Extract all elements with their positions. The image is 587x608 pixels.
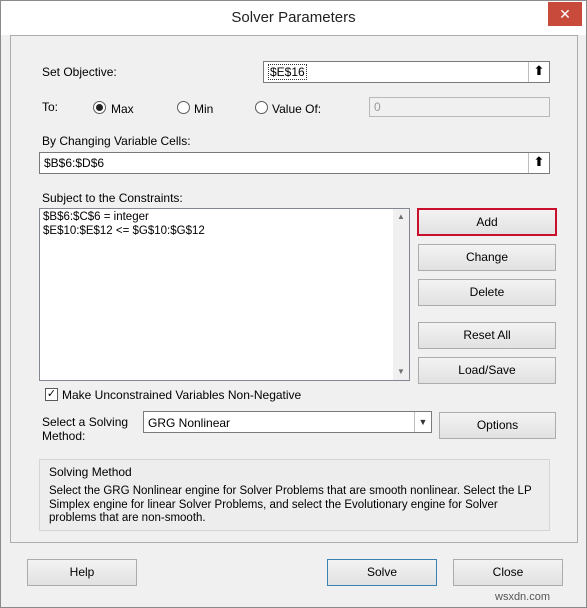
set-objective-label: Set Objective:	[42, 65, 117, 79]
changing-cells-value: $B$6:$D$6	[44, 156, 105, 170]
changing-cells-input[interactable]: $B$6:$D$6 ⬆	[39, 152, 550, 174]
solving-method-info: Solving Method Select the GRG Nonlinear …	[39, 459, 550, 531]
to-label: To:	[42, 100, 59, 114]
value-of-radio[interactable]	[255, 101, 268, 114]
reset-all-button[interactable]: Reset All	[418, 322, 556, 349]
collapse-ref-icon[interactable]: ⬆	[528, 62, 549, 82]
add-button[interactable]: Add	[417, 208, 557, 236]
set-objective-input[interactable]: $E$16 ⬆	[263, 61, 550, 83]
close-button[interactable]: Close	[453, 559, 563, 586]
solver-dialog: Solver Parameters ✕ Set Objective: $E$16…	[0, 0, 587, 608]
set-objective-value: $E$16	[268, 64, 307, 80]
watermark: wsxdn.com	[495, 591, 551, 603]
options-button[interactable]: Options	[439, 412, 556, 439]
min-radio[interactable]	[177, 101, 190, 114]
max-radio-label[interactable]: Max	[111, 102, 134, 116]
changing-cells-label: By Changing Variable Cells:	[42, 134, 191, 148]
constraints-list[interactable]: $B$6:$C$6 = integer $E$10:$E$12 <= $G$10…	[39, 208, 410, 381]
list-item[interactable]: $E$10:$E$12 <= $G$10:$G$12	[43, 225, 205, 237]
solving-method-select[interactable]: GRG Nonlinear ▼	[143, 411, 432, 433]
help-button[interactable]: Help	[27, 559, 137, 586]
constraints-label: Subject to the Constraints:	[42, 191, 183, 205]
load-save-button[interactable]: Load/Save	[418, 357, 556, 384]
solving-method-description: Select the GRG Nonlinear engine for Solv…	[49, 485, 532, 524]
max-radio[interactable]	[93, 101, 106, 114]
nonneg-label[interactable]: Make Unconstrained Variables Non-Negativ…	[62, 388, 301, 402]
solving-method-label-line2: Method:	[42, 429, 86, 443]
solving-method-heading: Solving Method	[49, 465, 132, 479]
solving-method-label-line1: Select a Solving	[42, 415, 129, 429]
chevron-down-icon[interactable]: ▼	[414, 412, 431, 432]
title-bar: Solver Parameters ✕	[1, 1, 586, 35]
change-button[interactable]: Change	[418, 244, 556, 271]
list-item[interactable]: $B$6:$C$6 = integer	[43, 211, 149, 223]
nonneg-checkbox[interactable]: ✓	[45, 388, 58, 401]
solving-method-value: GRG Nonlinear	[148, 416, 231, 430]
value-of-input[interactable]: 0	[369, 97, 550, 117]
close-window-button[interactable]: ✕	[548, 2, 582, 26]
scroll-down-icon[interactable]: ▼	[393, 364, 409, 380]
dialog-title: Solver Parameters	[231, 9, 356, 26]
constraints-scrollbar[interactable]: ▲ ▼	[393, 209, 409, 380]
value-of-radio-label[interactable]: Value Of:	[272, 102, 321, 116]
scroll-up-icon[interactable]: ▲	[393, 209, 409, 225]
delete-button[interactable]: Delete	[418, 279, 556, 306]
collapse-ref-icon[interactable]: ⬆	[528, 153, 549, 173]
solve-button[interactable]: Solve	[327, 559, 437, 586]
min-radio-label[interactable]: Min	[194, 102, 213, 116]
